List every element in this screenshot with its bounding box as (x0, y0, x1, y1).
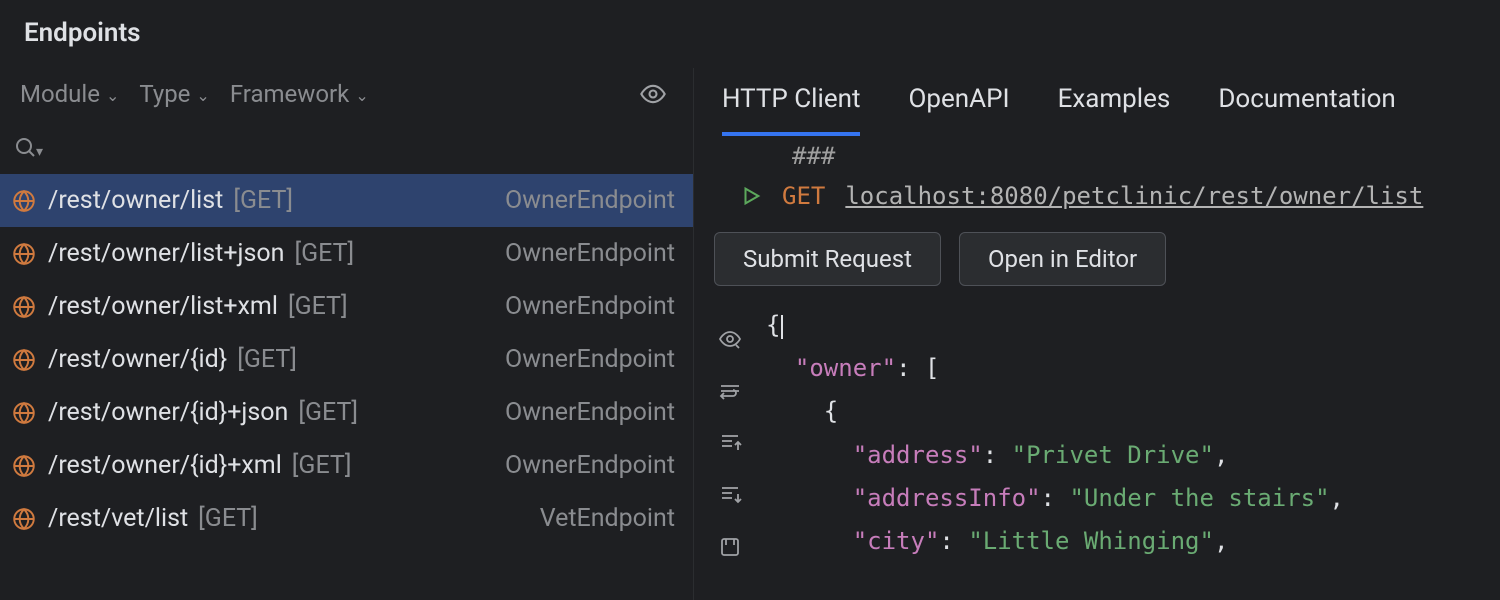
response-section: { "owner": [ { "address": "Privet Drive"… (694, 302, 1500, 600)
save-icon[interactable] (717, 534, 743, 560)
submit-request-button[interactable]: Submit Request (714, 232, 941, 286)
request-line: GET localhost:8080/petclinic/rest/owner/… (694, 176, 1500, 216)
endpoint-class: OwnerEndpoint (505, 451, 675, 480)
endpoint-class: OwnerEndpoint (505, 292, 675, 321)
endpoint-method: [GET] (237, 345, 297, 374)
run-icon[interactable] (740, 185, 762, 207)
globe-icon (10, 346, 38, 374)
search-icon: ▾ (14, 136, 43, 160)
globe-icon (10, 293, 38, 321)
endpoint-path: /rest/owner/list (48, 186, 223, 215)
chevron-down-icon: ⌄ (106, 86, 119, 105)
scroll-bottom-icon[interactable] (717, 482, 743, 508)
json-key: "owner" (795, 354, 896, 382)
visibility-icon[interactable] (639, 80, 667, 108)
globe-icon (10, 187, 38, 215)
json-value: "Under the stairs" (1069, 484, 1329, 512)
endpoint-class: OwnerEndpoint (505, 398, 675, 427)
endpoint-method: [GET] (294, 239, 354, 268)
endpoint-row[interactable]: /rest/owner/list [GET] OwnerEndpoint (0, 174, 693, 227)
tab-examples[interactable]: Examples (1058, 84, 1171, 136)
endpoint-path: /rest/owner/list+xml (48, 292, 278, 321)
endpoint-class: OwnerEndpoint (505, 239, 675, 268)
filter-type-label: Type (139, 80, 190, 108)
endpoint-path: /rest/vet/list (48, 504, 188, 533)
filter-bar: Module ⌄ Type ⌄ Framework ⌄ (0, 68, 693, 122)
request-method: GET (782, 182, 825, 210)
action-buttons: Submit Request Open in Editor (694, 216, 1500, 302)
soft-wrap-icon[interactable] (717, 378, 743, 404)
json-key: "addressInfo" (853, 484, 1041, 512)
filter-framework[interactable]: Framework ⌄ (230, 80, 369, 108)
endpoint-method: [GET] (233, 186, 293, 215)
endpoint-path: /rest/owner/{id} (48, 345, 227, 374)
request-url[interactable]: localhost:8080/petclinic/rest/owner/list (845, 182, 1423, 210)
endpoint-method: [GET] (288, 292, 348, 321)
preview-icon[interactable] (717, 326, 743, 352)
json-key: "city" (853, 527, 940, 555)
filter-type[interactable]: Type ⌄ (139, 80, 209, 108)
endpoint-method: [GET] (198, 504, 258, 533)
endpoint-row[interactable]: /rest/vet/list [GET] VetEndpoint (0, 492, 693, 545)
scroll-top-icon[interactable] (717, 430, 743, 456)
json-key: "address" (853, 441, 983, 469)
endpoint-path: /rest/owner/{id}+json (48, 398, 288, 427)
endpoint-class: OwnerEndpoint (505, 186, 675, 215)
endpoint-row[interactable]: /rest/owner/{id}+json [GET] OwnerEndpoint (0, 386, 693, 439)
response-body[interactable]: { "owner": [ { "address": "Privet Drive"… (766, 302, 1500, 600)
gutter-icons (694, 302, 766, 600)
search-bar[interactable]: ▾ (0, 122, 693, 174)
endpoint-class: OwnerEndpoint (505, 345, 675, 374)
details-panel: HTTP Client OpenAPI Examples Documentati… (694, 68, 1500, 600)
tab-documentation[interactable]: Documentation (1218, 84, 1395, 136)
tab-openapi[interactable]: OpenAPI (908, 84, 1009, 136)
open-in-editor-button[interactable]: Open in Editor (959, 232, 1166, 286)
endpoint-row[interactable]: /rest/owner/list+json [GET] OwnerEndpoint (0, 227, 693, 280)
tab-http-client[interactable]: HTTP Client (722, 84, 860, 136)
globe-icon (10, 399, 38, 427)
endpoint-path: /rest/owner/{id}+xml (48, 451, 282, 480)
globe-icon (10, 452, 38, 480)
panel-title: Endpoints (0, 0, 1500, 68)
endpoint-row[interactable]: /rest/owner/{id}+xml [GET] OwnerEndpoint (0, 439, 693, 492)
globe-icon (10, 240, 38, 268)
globe-icon (10, 505, 38, 533)
endpoint-path: /rest/owner/list+json (48, 239, 284, 268)
endpoint-method: [GET] (292, 451, 352, 480)
request-separator: ### (694, 136, 1500, 176)
endpoint-class: VetEndpoint (540, 504, 675, 533)
chevron-down-icon: ⌄ (355, 86, 368, 105)
endpoints-panel: Module ⌄ Type ⌄ Framework ⌄ ▾ /rest/owne… (0, 68, 694, 600)
tabs: HTTP Client OpenAPI Examples Documentati… (694, 68, 1500, 136)
json-value: "Little Whinging" (968, 527, 1214, 555)
filter-framework-label: Framework (230, 80, 349, 108)
filter-module-label: Module (20, 80, 100, 108)
request-section: ### GET localhost:8080/petclinic/rest/ow… (694, 136, 1500, 216)
chevron-down-icon: ⌄ (196, 86, 209, 105)
endpoint-list: /rest/owner/list [GET] OwnerEndpoint/rest… (0, 174, 693, 600)
endpoint-row[interactable]: /rest/owner/{id} [GET] OwnerEndpoint (0, 333, 693, 386)
endpoint-row[interactable]: /rest/owner/list+xml [GET] OwnerEndpoint (0, 280, 693, 333)
json-value: "Privet Drive" (1012, 441, 1214, 469)
endpoint-method: [GET] (298, 398, 358, 427)
filter-module[interactable]: Module ⌄ (20, 80, 119, 108)
